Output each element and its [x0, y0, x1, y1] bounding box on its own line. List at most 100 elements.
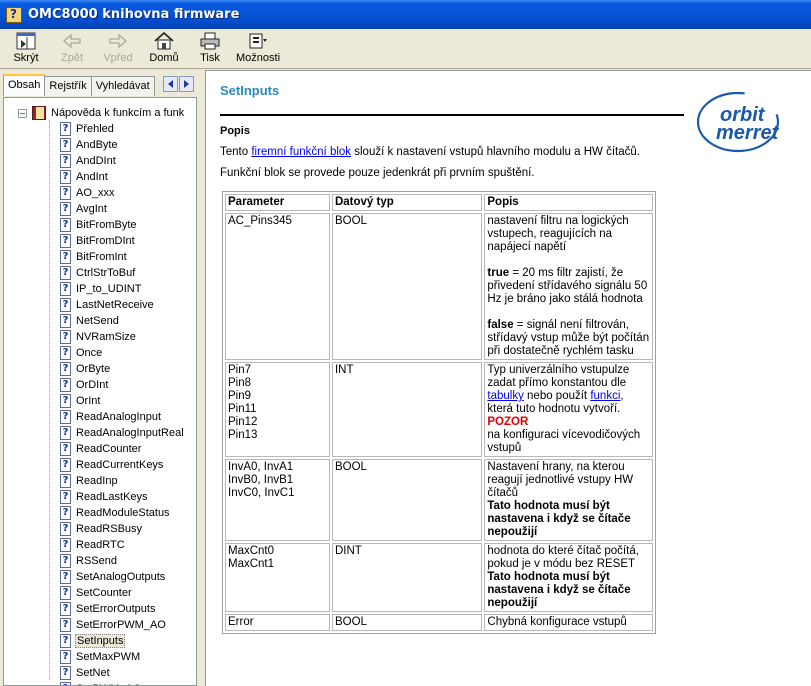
- company-function-block-link[interactable]: firemní funkční blok: [251, 146, 351, 158]
- desc-text: = 20 ms filtr zajistí, že přivedení stří…: [487, 267, 648, 305]
- hide-button[interactable]: Skrýt: [6, 29, 46, 64]
- tree-item-label: Once: [76, 347, 103, 359]
- print-button[interactable]: Tisk: [190, 29, 230, 64]
- param-name: Pin8: [228, 377, 252, 389]
- help-page-icon: ?: [60, 186, 71, 200]
- tree-item[interactable]: ? OrInt: [60, 393, 185, 409]
- type-cell: BOOL: [331, 614, 483, 631]
- tree-item[interactable]: ? OrByte: [60, 361, 185, 377]
- tree-item[interactable]: ? ReadInp: [60, 473, 185, 489]
- tree-item[interactable]: ? SetAnalogOutputs: [60, 569, 185, 585]
- tree-item-label: BitFromInt: [76, 251, 127, 263]
- tree-item[interactable]: ? BitFromByte: [60, 217, 185, 233]
- orbit-merret-logo: orbit merret: [694, 89, 811, 153]
- table-link[interactable]: tabulky: [487, 390, 523, 402]
- options-button[interactable]: Možnosti: [236, 29, 280, 64]
- tree-item[interactable]: ? ReadRSBusy: [60, 521, 185, 537]
- help-page-icon: ?: [60, 378, 71, 392]
- tree-item[interactable]: ? AndDInt: [60, 153, 185, 169]
- help-page-icon: ?: [60, 554, 71, 568]
- tree-item[interactable]: ? SetErrorOutputs: [60, 601, 185, 617]
- help-page-icon: ?: [60, 362, 71, 376]
- back-button[interactable]: Zpět: [52, 29, 92, 64]
- tree-item[interactable]: ? SetNet: [60, 665, 185, 681]
- tree-guide-line: [49, 120, 50, 680]
- tree-item-label: AndByte: [76, 139, 118, 151]
- description-cell: Chybná konfigurace vstupů: [484, 614, 653, 631]
- tree-item[interactable]: ? AndByte: [60, 137, 185, 153]
- tree-item-label: ReadCurrentKeys: [76, 459, 164, 471]
- tree-item[interactable]: ? ReadCounter: [60, 441, 185, 457]
- home-button[interactable]: Domů: [144, 29, 184, 64]
- tree-item-label: ReadRTC: [76, 539, 125, 551]
- tree-item[interactable]: ? ReadLastKeys: [60, 489, 185, 505]
- tree-item[interactable]: ? ReadAnalogInputReal: [60, 425, 185, 441]
- desc-line: false = signál není filtrován, střídavý …: [487, 319, 650, 358]
- tab-scroll-left-button[interactable]: [163, 76, 178, 92]
- help-page-icon: ?: [60, 650, 71, 664]
- tree-root-item[interactable]: – Nápověda k funkcím a funk: [18, 105, 184, 121]
- help-app-icon: [6, 6, 22, 23]
- tree-item[interactable]: ? OrDInt: [60, 377, 185, 393]
- tree-item[interactable]: ? ReadAnalogInput: [60, 409, 185, 425]
- back-label: Zpět: [60, 52, 83, 64]
- tab-search[interactable]: Vyhledávat: [90, 76, 155, 96]
- help-page-icon: ?: [60, 154, 71, 168]
- help-page-icon: ?: [60, 122, 71, 136]
- forward-button[interactable]: Vpřed: [98, 29, 138, 64]
- param-cell: Error: [225, 614, 330, 631]
- col-header-description: Popis: [484, 194, 653, 211]
- tree-item[interactable]: ? BitFromDInt: [60, 233, 185, 249]
- description-paragraph: Tento firemní funkční blok slouží k nast…: [220, 146, 640, 158]
- tree-item[interactable]: ? NetSend: [60, 313, 185, 329]
- tree-item[interactable]: ? AvgInt: [60, 201, 185, 217]
- table-row: AC_Pins345 BOOL nastavení filtru na logi…: [225, 213, 653, 360]
- tree-item[interactable]: ?SetPWM_AO: [60, 681, 185, 685]
- print-label: Tisk: [200, 52, 220, 64]
- tree-item[interactable]: ? ReadModuleStatus: [60, 505, 185, 521]
- tree-item[interactable]: ? RSSend: [60, 553, 185, 569]
- help-page-icon: ?: [60, 314, 71, 328]
- tree-item[interactable]: ? SetCounter: [60, 585, 185, 601]
- type-cell: BOOL: [331, 459, 483, 541]
- param-name: Pin9: [228, 390, 252, 402]
- help-page-icon: ?: [60, 170, 71, 184]
- tab-index[interactable]: Rejstřík: [44, 76, 92, 96]
- tab-scroll-right-button[interactable]: [179, 76, 194, 92]
- function-link[interactable]: funkci: [590, 390, 620, 402]
- tree-item[interactable]: ? ReadRTC: [60, 537, 185, 553]
- tree-item[interactable]: ? AO_xxx: [60, 185, 185, 201]
- tree-item[interactable]: ? Přehled: [60, 121, 185, 137]
- window-title: OMC8000 knihovna firmware: [28, 7, 240, 22]
- tree-item[interactable]: ? SetErrorPWM_AO: [60, 617, 185, 633]
- tree-item[interactable]: ? AndInt: [60, 169, 185, 185]
- tree-item-label: SetMaxPWM: [76, 651, 141, 663]
- tree-item[interactable]: ? SetInputs: [60, 633, 185, 649]
- desc-bold: Tato hodnota musí být nastavena i když s…: [487, 571, 631, 609]
- tree-item-label: ReadModuleStatus: [76, 507, 170, 519]
- tree-item[interactable]: ? BitFromInt: [60, 249, 185, 265]
- tree-item-label: LastNetReceive: [76, 299, 154, 311]
- desc-bold: Tato hodnota musí být nastavena i když s…: [487, 500, 631, 538]
- tree-item-label: ReadAnalogInput: [76, 411, 162, 423]
- tree-item[interactable]: ? ReadCurrentKeys: [60, 457, 185, 473]
- tree-item[interactable]: ? CtrlStrToBuf: [60, 265, 185, 281]
- param-name: Pin12: [228, 416, 258, 428]
- execution-note: Funkční blok se provede pouze jedenkrát …: [220, 167, 535, 179]
- warning-label: POZOR: [487, 416, 529, 428]
- tree-item[interactable]: ? Once: [60, 345, 185, 361]
- help-page-icon: ?: [60, 634, 71, 648]
- para1-suffix: slouží k nastavení vstupů hlavního modul…: [351, 146, 640, 158]
- collapse-icon[interactable]: –: [18, 108, 27, 118]
- title-bar[interactable]: OMC8000 knihovna firmware: [0, 0, 811, 29]
- tree-item[interactable]: ? LastNetReceive: [60, 297, 185, 313]
- contents-tree[interactable]: – Nápověda k funkcím a funk ? Přehled? And…: [3, 97, 197, 686]
- home-icon: [152, 30, 176, 52]
- help-page-icon: ?: [60, 250, 71, 264]
- tree-item[interactable]: ? IP_to_UDINT: [60, 281, 185, 297]
- tree-item-label: AndDInt: [76, 155, 116, 167]
- tree-item[interactable]: ? SetMaxPWM: [60, 649, 185, 665]
- tree-item[interactable]: ? NVRamSize: [60, 329, 185, 345]
- tab-contents[interactable]: Obsah: [3, 74, 46, 96]
- param-cell: InvA0, InvA1 InvB0, InvB1 InvC0, InvC1: [225, 459, 330, 541]
